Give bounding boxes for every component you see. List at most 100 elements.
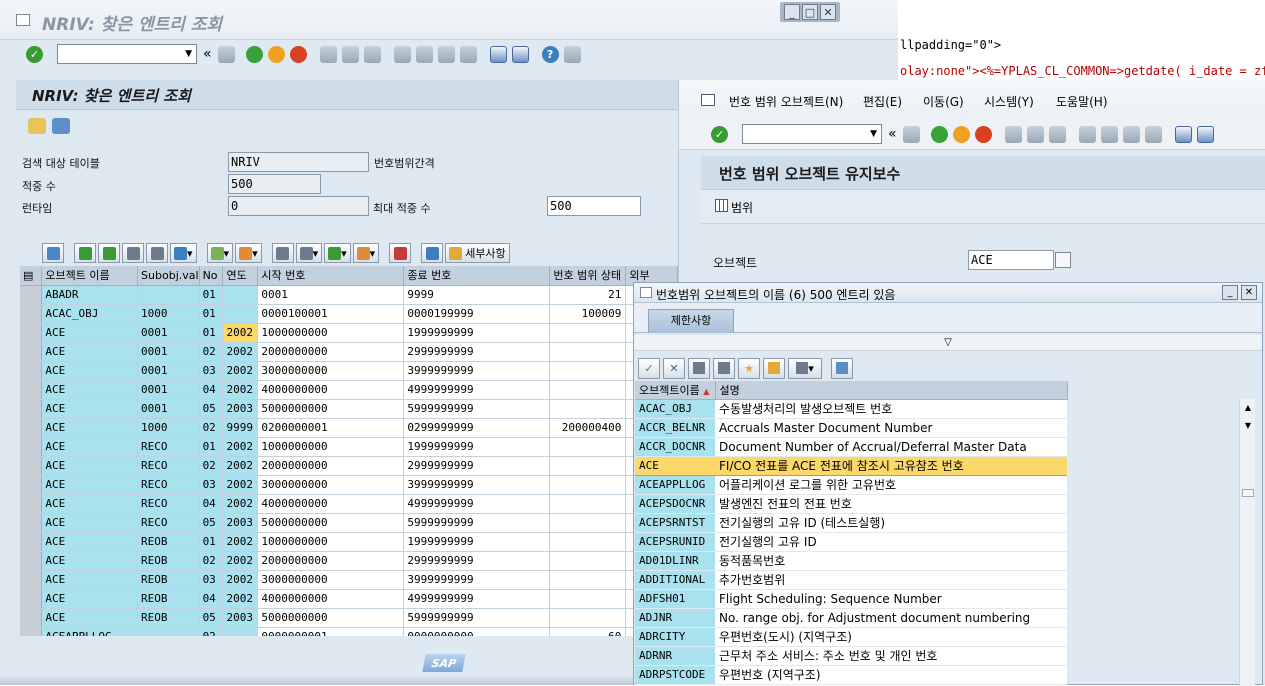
list-item[interactable]: ACEPSRUNID 전기실행의 고유 ID: [635, 532, 1067, 552]
table-row[interactable]: ACE 0001 03 2002 3000000000 3999999999: [20, 361, 678, 381]
select-all-icon[interactable]: ▤: [20, 266, 43, 286]
back-icon[interactable]: [930, 125, 948, 143]
settings-icon[interactable]: [52, 118, 70, 134]
list-item[interactable]: ADJNR No. range obj. for Adjustment docum…: [635, 608, 1067, 628]
personal-list-icon[interactable]: [763, 357, 785, 379]
table-row[interactable]: ACE 0001 04 2002 4000000000 4999999999: [20, 380, 678, 400]
cancel-icon[interactable]: [289, 45, 307, 63]
next-page-icon[interactable]: [437, 45, 455, 63]
first-page-icon[interactable]: [393, 45, 411, 63]
list-item[interactable]: ACEPSRNTST 전기실행의 고유 ID (테스트실행): [635, 513, 1067, 533]
row-selector[interactable]: [20, 380, 43, 400]
create-session-icon[interactable]: [1174, 125, 1192, 143]
find-next-icon[interactable]: [146, 243, 168, 263]
table-row[interactable]: ACE RECO 04 2002 4000000000 4999999999: [20, 494, 678, 514]
row-selector[interactable]: [20, 627, 43, 636]
favorites-icon[interactable]: ★: [738, 357, 760, 379]
list-item[interactable]: AD01DLINR 동적품목번호: [635, 551, 1067, 571]
expand-restrictions-icon[interactable]: ▽: [634, 335, 1262, 351]
list-item[interactable]: ACAC_OBJ 수동발생처리의 발생오브젝트 번호: [635, 399, 1067, 419]
shortcut-icon[interactable]: [1196, 125, 1214, 143]
graphic-icon[interactable]: [389, 243, 412, 263]
column-header[interactable]: 시작 번호: [257, 266, 405, 286]
enter-icon[interactable]: ✓: [711, 125, 728, 143]
filter-icon[interactable]: ▾: [170, 243, 197, 263]
list-item[interactable]: ACE FI/CO 전표를 ACE 전표에 참조시 고유참조 번호: [635, 455, 1067, 476]
list-item[interactable]: ACEPSDOCNR 발생엔진 전표의 전표 번호: [635, 494, 1067, 514]
table-row[interactable]: ACE RECO 03 2002 3000000000 3999999999: [20, 475, 678, 495]
table-row[interactable]: ACE 0001 05 2003 5000000000 5999999999: [20, 399, 678, 419]
list-item[interactable]: ADRPSTCODE 우편번호 (지역구조): [635, 665, 1067, 685]
table-row[interactable]: ACAC_OBJ 1000 01 0000100001 0000199999 100009: [20, 304, 678, 324]
list-item[interactable]: ACEAPPLLOG 어플리케이션 로그를 위한 고유번호: [635, 475, 1067, 495]
row-selector[interactable]: [20, 608, 43, 628]
table-row[interactable]: ACE REOB 05 2003 5000000000 5999999999: [20, 608, 678, 628]
table-row[interactable]: ACEAPPLLOG 02 0000000001000000000060: [20, 627, 678, 636]
table-row[interactable]: ACE REOB 04 2002 4000000000 4999999999: [20, 589, 678, 609]
popup-scrollbar[interactable]: ▲ ▼: [1239, 399, 1255, 686]
next-page-icon[interactable]: [1122, 125, 1140, 143]
max-hits-input[interactable]: 500: [547, 196, 641, 216]
row-selector[interactable]: [20, 589, 43, 609]
cancel-icon[interactable]: [974, 125, 992, 143]
list-item[interactable]: ACCR_DOCNR Document Number of Accrual/Def…: [635, 437, 1067, 457]
last-page-icon[interactable]: [1144, 125, 1162, 143]
column-header[interactable]: 오브젝트 이름: [41, 266, 139, 286]
cancel-icon[interactable]: ✕: [663, 357, 685, 379]
find-icon[interactable]: [122, 243, 144, 263]
menu-system[interactable]: 시스템(Y): [984, 93, 1034, 110]
column-header[interactable]: No: [199, 266, 224, 286]
row-selector[interactable]: [20, 532, 43, 552]
list-item[interactable]: ACCR_BELNR Accruals Master Document Numbe…: [635, 418, 1067, 438]
row-selector[interactable]: [20, 475, 43, 495]
list-item[interactable]: ADDITIONAL 추가번호범위: [635, 570, 1067, 590]
find-icon[interactable]: [688, 357, 710, 379]
last-page-icon[interactable]: [459, 45, 477, 63]
enter-icon[interactable]: ✓: [26, 45, 43, 63]
save-icon[interactable]: [902, 125, 920, 143]
menu-help[interactable]: 도움말(H): [1056, 93, 1108, 110]
find-next-icon[interactable]: [713, 357, 735, 379]
previous-page-icon[interactable]: [415, 45, 433, 63]
close-icon[interactable]: ✕: [820, 4, 836, 20]
column-header[interactable]: 연도: [222, 266, 259, 286]
menu-goto[interactable]: 이동(G): [923, 93, 964, 110]
info-icon[interactable]: [421, 243, 444, 263]
refresh-icon[interactable]: [28, 118, 46, 134]
print-icon[interactable]: [1004, 125, 1022, 143]
table-row[interactable]: ACE 0001 01 2002 1000000000 1999999999: [20, 323, 678, 343]
settings-icon[interactable]: [831, 357, 853, 379]
search-help-icon[interactable]: [1055, 252, 1071, 268]
minimize-icon[interactable]: _: [1222, 285, 1238, 300]
back-icon[interactable]: [245, 45, 263, 63]
find-next-icon[interactable]: [1048, 125, 1066, 143]
layout-menu-icon[interactable]: [563, 45, 581, 63]
views-icon[interactable]: ▾: [295, 243, 323, 263]
help-icon[interactable]: ?: [541, 45, 559, 63]
create-session-icon[interactable]: [489, 45, 507, 63]
row-selector[interactable]: [20, 570, 43, 590]
row-selector[interactable]: [20, 399, 43, 419]
table-row[interactable]: ACE RECO 05 2003 5000000000 5999999999: [20, 513, 678, 533]
close-icon[interactable]: ✕: [1241, 285, 1257, 300]
table-row[interactable]: ACE REOB 01 2002 1000000000 1999999999: [20, 532, 678, 552]
sort-descending-icon[interactable]: [98, 243, 120, 263]
row-selector[interactable]: [20, 437, 43, 457]
row-selector[interactable]: [20, 323, 43, 343]
column-header[interactable]: 종료 번호: [403, 266, 551, 286]
table-row[interactable]: ACE RECO 01 2002 1000000000 1999999999: [20, 437, 678, 457]
first-page-icon[interactable]: [1078, 125, 1096, 143]
row-selector[interactable]: [20, 551, 43, 571]
exit-icon[interactable]: [267, 45, 285, 63]
row-selector[interactable]: [20, 418, 43, 438]
scroll-thumb[interactable]: [1242, 489, 1254, 497]
column-header[interactable]: 설명: [715, 381, 1068, 400]
minimize-icon[interactable]: _: [784, 4, 800, 20]
zoom-icon[interactable]: [42, 243, 64, 263]
print-icon[interactable]: [271, 243, 294, 263]
maximize-icon[interactable]: □: [802, 4, 818, 20]
sum-icon[interactable]: ▾: [206, 243, 234, 263]
table-row[interactable]: ACE REOB 02 2002 2000000000 2999999999: [20, 551, 678, 571]
row-selector[interactable]: [20, 285, 43, 305]
collapse-toolbar-icon[interactable]: «: [888, 126, 897, 142]
